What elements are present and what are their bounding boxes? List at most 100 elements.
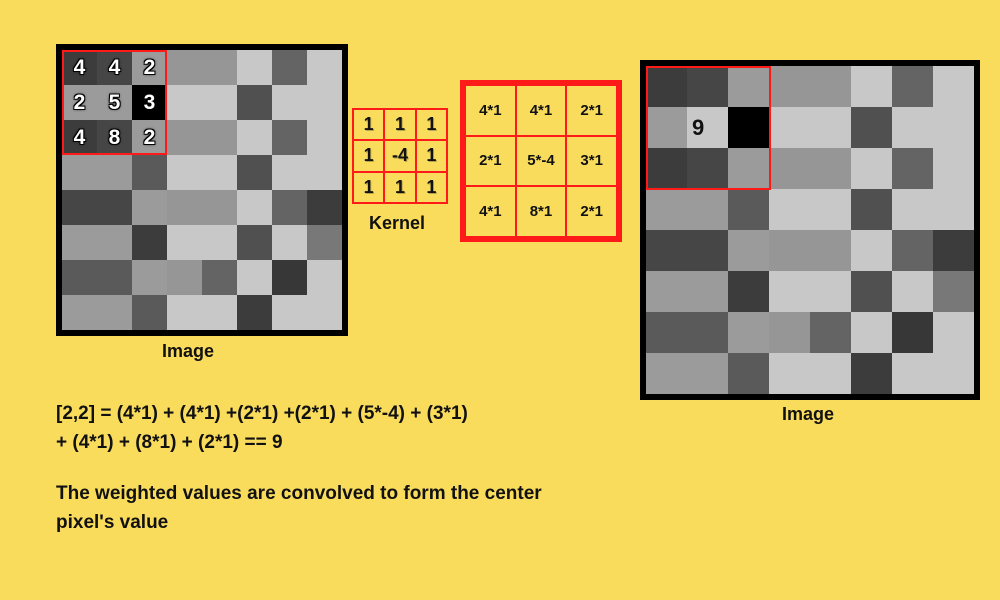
pixel-cell <box>132 190 167 225</box>
pixel-cell <box>62 190 97 225</box>
pixel-cell <box>687 271 728 312</box>
pixel-cell <box>851 189 892 230</box>
pixel-cell <box>237 50 272 85</box>
pixel-cell <box>851 230 892 271</box>
pixel-cell <box>769 189 810 230</box>
pixel-cell <box>810 271 851 312</box>
pixel-cell <box>851 312 892 353</box>
pixel-cell <box>687 189 728 230</box>
result-image-label: Image <box>782 404 834 425</box>
kernel-cell: 1 <box>385 173 414 202</box>
pixel-cell <box>933 230 974 271</box>
source-image-grid <box>56 44 348 336</box>
pixel-cell <box>933 353 974 394</box>
pixel-cell <box>167 155 202 190</box>
pixel-cell <box>97 120 132 155</box>
result-center-value: 9 <box>692 115 704 141</box>
pixel-cell <box>646 271 687 312</box>
pixel-cell <box>646 353 687 394</box>
pixel-cell <box>810 107 851 148</box>
pixel-cell <box>728 148 769 189</box>
pixel-cell <box>687 66 728 107</box>
pixel-cell <box>933 66 974 107</box>
pixel-cell <box>202 85 237 120</box>
equation-text: [2,2] = (4*1) + (4*1) +(2*1) +(2*1) + (5… <box>56 400 468 457</box>
kernel-cell: 1 <box>417 110 446 139</box>
pixel-cell <box>132 260 167 295</box>
pixel-cell <box>892 189 933 230</box>
calc-cell: 4*1 <box>466 86 515 135</box>
pixel-cell <box>132 155 167 190</box>
pixel-cell <box>933 189 974 230</box>
pixel-cell <box>202 120 237 155</box>
pixel-cell <box>307 190 342 225</box>
pixel-cell <box>272 155 307 190</box>
pixel-cell <box>810 66 851 107</box>
pixel-cell <box>132 225 167 260</box>
pixel-cell <box>307 295 342 330</box>
pixel-cell <box>892 107 933 148</box>
pixel-cell <box>687 353 728 394</box>
calc-cell: 4*1 <box>517 86 566 135</box>
pixel-cell <box>728 189 769 230</box>
pixel-cell <box>646 189 687 230</box>
pixel-cell <box>307 155 342 190</box>
pixel-cell <box>132 295 167 330</box>
pixel-cell <box>237 295 272 330</box>
pixel-cell <box>237 260 272 295</box>
kernel-label: Kernel <box>369 213 425 234</box>
pixel-cell <box>167 295 202 330</box>
pixel-cell <box>167 225 202 260</box>
kernel-cell: 1 <box>417 173 446 202</box>
kernel-cell: 1 <box>354 110 383 139</box>
pixel-cell <box>769 271 810 312</box>
pixel-cell <box>237 190 272 225</box>
pixel-cell <box>272 50 307 85</box>
pixel-cell <box>892 230 933 271</box>
pixel-cell <box>272 120 307 155</box>
pixel-cell <box>892 66 933 107</box>
pixel-cell <box>810 189 851 230</box>
pixel-cell <box>132 50 167 85</box>
pixel-cell <box>97 50 132 85</box>
pixel-cell <box>687 148 728 189</box>
pixel-cell <box>646 66 687 107</box>
pixel-cell <box>62 50 97 85</box>
kernel-cell: 1 <box>385 110 414 139</box>
pixel-cell <box>272 225 307 260</box>
pixel-cell <box>769 353 810 394</box>
equation-line-2: + (4*1) + (8*1) + (2*1) == 9 <box>56 432 283 453</box>
pixel-cell <box>97 85 132 120</box>
pixel-cell <box>728 312 769 353</box>
pixel-cell <box>646 107 687 148</box>
pixel-cell <box>167 190 202 225</box>
pixel-cell <box>769 107 810 148</box>
pixel-cell <box>851 271 892 312</box>
pixel-cell <box>728 271 769 312</box>
pixel-cell <box>167 260 202 295</box>
pixel-cell <box>810 230 851 271</box>
result-image-grid <box>640 60 980 400</box>
calc-cell: 3*1 <box>567 137 616 186</box>
pixel-cell <box>132 120 167 155</box>
kernel-cell: 1 <box>417 141 446 170</box>
pixel-cell <box>307 225 342 260</box>
pixel-cell <box>307 120 342 155</box>
pixel-cell <box>851 353 892 394</box>
pixel-cell <box>202 190 237 225</box>
pixel-cell <box>307 85 342 120</box>
pixel-cell <box>769 230 810 271</box>
pixel-cell <box>237 85 272 120</box>
pixel-cell <box>62 120 97 155</box>
kernel-cell: -4 <box>385 141 414 170</box>
pixel-cell <box>202 260 237 295</box>
calc-cell: 8*1 <box>517 187 566 236</box>
pixel-cell <box>769 66 810 107</box>
pixel-cell <box>933 271 974 312</box>
calc-cell: 2*1 <box>466 137 515 186</box>
pixel-cell <box>687 230 728 271</box>
equation-line-1: [2,2] = (4*1) + (4*1) +(2*1) +(2*1) + (5… <box>56 403 468 424</box>
pixel-cell <box>851 66 892 107</box>
pixel-cell <box>202 155 237 190</box>
pixel-cell <box>272 260 307 295</box>
